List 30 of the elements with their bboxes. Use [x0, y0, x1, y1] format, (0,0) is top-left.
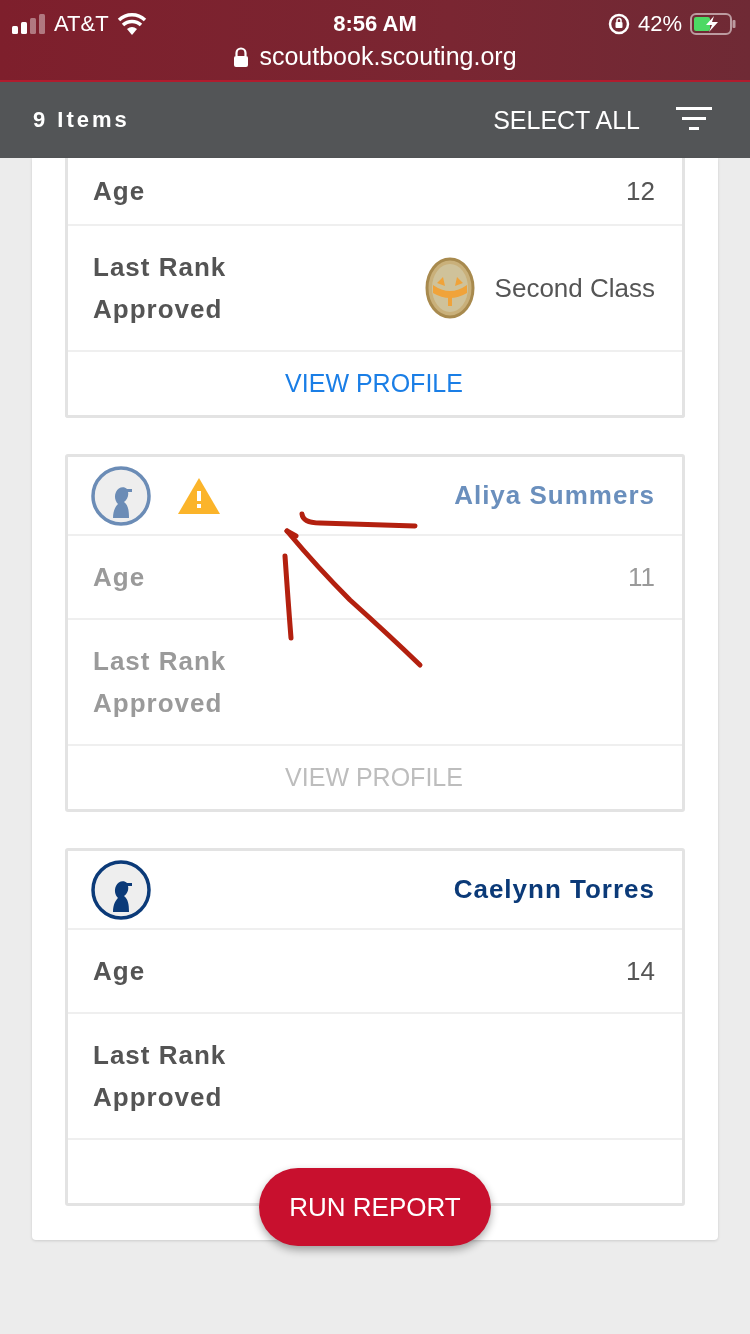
signal-icon: [12, 14, 46, 34]
rank-label: Last Rank Approved: [93, 1039, 228, 1114]
scout-name[interactable]: Caelynn Torres: [453, 874, 655, 905]
rotation-lock-icon: [607, 13, 630, 35]
age-value: 11: [628, 561, 655, 593]
page-url[interactable]: scoutbook.scouting.org: [259, 42, 517, 71]
warning-icon: [177, 476, 221, 515]
battery-icon: [690, 13, 736, 35]
age-value: 14: [626, 955, 655, 987]
lock-icon: [233, 46, 250, 67]
avatar-icon: [91, 859, 151, 920]
view-profile-link[interactable]: VIEW PROFILE: [285, 369, 463, 398]
run-report-button[interactable]: RUN REPORT: [259, 1168, 491, 1246]
rank-label: Last Rank Approved: [93, 645, 228, 720]
avatar-icon: [91, 465, 151, 526]
rank-label: Last Rank Approved: [93, 251, 228, 326]
age-label: Age: [93, 561, 146, 594]
age-value: 12: [626, 175, 655, 207]
scout-name[interactable]: Aliya Summers: [454, 480, 655, 511]
wifi-icon: [116, 13, 147, 35]
clock-time: 8:56 AM: [333, 11, 417, 37]
select-all-button[interactable]: SELECT ALL: [493, 105, 640, 135]
filter-icon[interactable]: [676, 107, 712, 133]
age-label: Age: [93, 955, 146, 988]
carrier-name: AT&T: [54, 11, 109, 37]
rank-value: Second Class: [494, 272, 655, 304]
age-label: Age: [93, 175, 146, 208]
item-count: 9 Items: [33, 107, 131, 133]
rank-badge-icon: [424, 257, 475, 319]
battery-percent: 42%: [637, 11, 682, 37]
